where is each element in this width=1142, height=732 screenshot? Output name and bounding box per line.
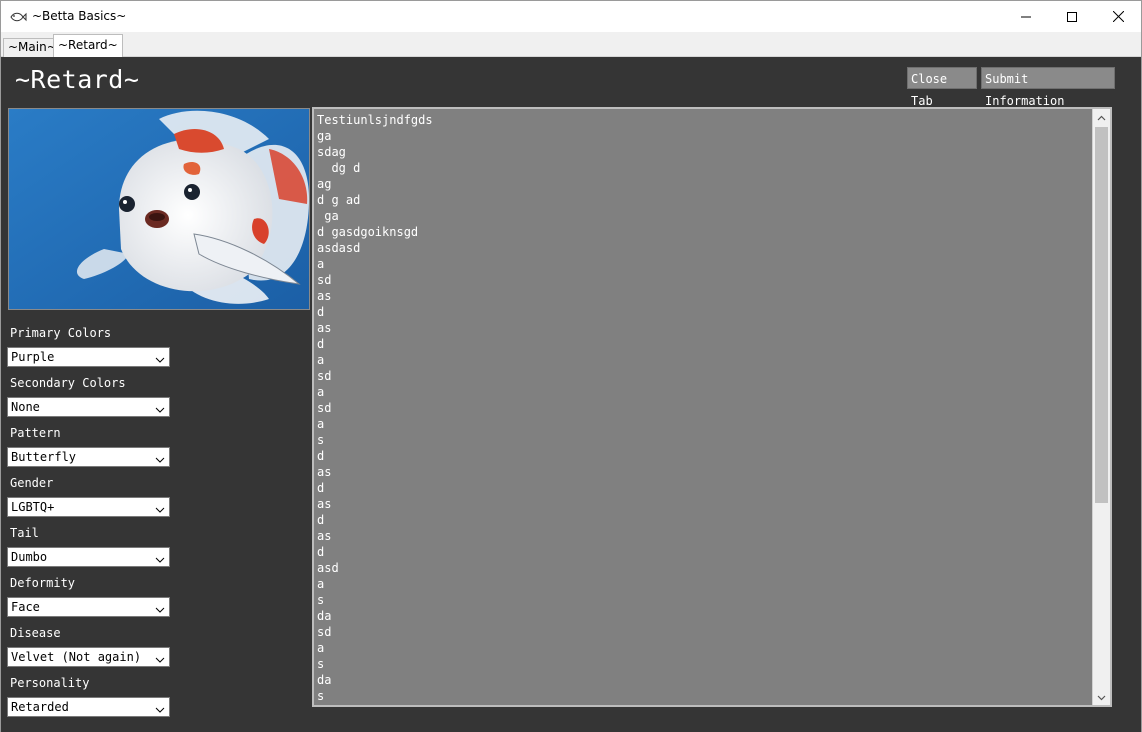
tail-label: Tail: [10, 526, 39, 540]
notes-line: s: [317, 689, 325, 703]
chevron-down-icon: [1097, 687, 1106, 705]
scroll-down-button[interactable]: [1093, 688, 1110, 705]
deformity-select[interactable]: Face: [7, 597, 170, 617]
notes-line: d: [317, 305, 325, 319]
chevron-down-icon: [155, 502, 165, 513]
notes-line: da: [317, 673, 332, 687]
disease-label: Disease: [10, 626, 61, 640]
disease-select[interactable]: Velvet (Not again): [7, 647, 170, 667]
notes-scrollbar[interactable]: [1092, 109, 1110, 705]
close-icon: [1112, 7, 1124, 26]
primary-colors-value: Purple: [11, 350, 55, 364]
notes-line: s: [317, 433, 325, 447]
notes-line: sdag: [317, 145, 346, 159]
notes-line: s: [317, 657, 325, 671]
scroll-up-button[interactable]: [1093, 109, 1110, 126]
notes-textarea[interactable]: Testiunlsjndfgds ga sdag dg d ag d g ad ga d …: [312, 107, 1112, 707]
gender-value: LGBTQ+: [11, 500, 55, 514]
gender-label: Gender: [10, 476, 54, 490]
notes-line: sd: [317, 401, 332, 415]
fish-photo: [8, 108, 310, 310]
close-window-button[interactable]: [1095, 1, 1141, 32]
disease-value: Velvet (Not again): [11, 650, 142, 664]
chevron-down-icon: [155, 652, 165, 663]
notes-line: a: [317, 417, 325, 431]
primary-colors-select[interactable]: Purple: [7, 347, 170, 367]
maximize-icon: [1067, 7, 1077, 26]
notes-line: sd: [317, 625, 332, 639]
title-bar[interactable]: ~Betta Basics~: [1, 1, 1141, 32]
notes-line: d: [317, 513, 325, 527]
secondary-colors-select[interactable]: None: [7, 397, 170, 417]
personality-select[interactable]: Retarded: [7, 697, 170, 717]
tab-content: ~Retard~ Close Tab Submit Information Pr…: [1, 57, 1141, 732]
pattern-label: Pattern: [10, 426, 61, 440]
personality-label: Personality: [10, 676, 90, 690]
chevron-down-icon: [155, 402, 165, 413]
chevron-down-icon: [155, 452, 165, 463]
tail-value: Dumbo: [11, 550, 48, 564]
submit-information-button[interactable]: Submit Information: [981, 67, 1115, 108]
chevron-down-icon: [155, 602, 165, 613]
notes-line: d gasdgoiknsgd: [317, 225, 419, 239]
minimize-button[interactable]: [1003, 1, 1049, 32]
notes-line: a: [317, 385, 325, 399]
notes-line: d g ad: [317, 193, 361, 207]
close-tab-button[interactable]: Close Tab: [907, 67, 977, 108]
notes-line: as: [317, 497, 332, 511]
chevron-down-icon: [155, 352, 165, 363]
minimize-icon: [1021, 7, 1031, 26]
deformity-label: Deformity: [10, 576, 76, 590]
notes-line: d: [317, 449, 325, 463]
maximize-button[interactable]: [1049, 1, 1095, 32]
pattern-select[interactable]: Butterfly: [7, 447, 170, 467]
notes-line: sd: [317, 273, 332, 287]
chevron-up-icon: [1097, 109, 1106, 127]
notes-line: as: [317, 321, 332, 335]
notes-line: d: [317, 481, 325, 495]
secondary-colors-label: Secondary Colors: [10, 376, 126, 390]
scroll-thumb[interactable]: [1095, 127, 1108, 503]
notes-line: as: [317, 529, 332, 543]
notes-line: da: [317, 609, 332, 623]
notes-text: Testiunlsjndfgds ga sdag dg d ag d g ad ga d …: [317, 112, 1087, 704]
notes-line: asdasd: [317, 241, 361, 255]
tab-retard[interactable]: ~Retard~: [53, 34, 123, 57]
chevron-down-icon: [155, 702, 165, 713]
notes-line: asd: [317, 561, 339, 575]
notes-line: a: [317, 641, 325, 655]
app-window: ~Betta Basics~ ~Main~ ~Retard~ ~Retard~ …: [0, 0, 1142, 732]
fish-icon: [9, 9, 27, 23]
page-title: ~Retard~: [15, 65, 140, 94]
tail-select[interactable]: Dumbo: [7, 547, 170, 567]
notes-line: a: [317, 353, 325, 367]
notes-line: sd: [317, 369, 332, 383]
gender-select[interactable]: LGBTQ+: [7, 497, 170, 517]
notes-line: ga: [317, 209, 339, 223]
tab-strip: ~Main~ ~Retard~: [1, 32, 1141, 57]
notes-line: as: [317, 465, 332, 479]
notes-line: d: [317, 337, 325, 351]
notes-line: dg d: [317, 161, 361, 175]
secondary-colors-value: None: [11, 400, 40, 414]
notes-line: ga: [317, 129, 332, 143]
notes-line: Testiunlsjndfgds: [317, 113, 433, 127]
notes-line: a: [317, 257, 325, 271]
notes-line: a: [317, 577, 325, 591]
notes-line: s: [317, 593, 325, 607]
pattern-value: Butterfly: [11, 450, 77, 464]
notes-line: as: [317, 289, 332, 303]
notes-line: d: [317, 545, 325, 559]
chevron-down-icon: [155, 552, 165, 563]
primary-colors-label: Primary Colors: [10, 326, 112, 340]
personality-value: Retarded: [11, 700, 69, 714]
notes-line: ag: [317, 177, 332, 191]
deformity-value: Face: [11, 600, 40, 614]
window-title: ~Betta Basics~: [32, 9, 127, 23]
